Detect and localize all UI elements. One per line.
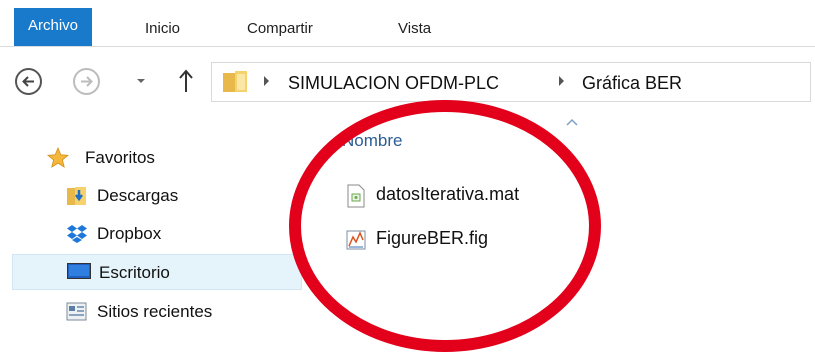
sidebar-item-favoritos[interactable]: Favoritos: [47, 140, 297, 176]
downloads-folder-icon: [67, 187, 86, 205]
sidebar-item-dropbox[interactable]: Dropbox: [66, 216, 296, 252]
tab-archivo[interactable]: Archivo: [14, 8, 93, 46]
forward-button[interactable]: [73, 68, 100, 95]
file-name: FigureBER.fig: [376, 228, 489, 248]
recent-places-icon: [66, 302, 87, 321]
column-header-nombre[interactable]: Nombre: [342, 131, 402, 151]
folder-icon: [223, 71, 247, 92]
forward-arrow-icon: [81, 76, 93, 87]
sidebar-item-label: Favoritos: [85, 148, 155, 167]
navigation-pane: Favoritos Descargas Dropbox Escritorio S…: [0, 118, 303, 358]
tab-inicio[interactable]: Inicio: [145, 0, 180, 46]
star-icon: [47, 147, 69, 168]
breadcrumb-simulacion[interactable]: SIMULACION OFDM-PLC: [288, 73, 499, 94]
up-arrow-icon[interactable]: [176, 68, 196, 94]
ribbon: Archivo Inicio Compartir Vista: [0, 0, 815, 47]
navigation-bar: SIMULACION OFDM-PLC Gráfica BER: [0, 48, 815, 118]
sidebar-item-label: Descargas: [97, 186, 179, 205]
sidebar-item-label: Sitios recientes: [97, 302, 213, 321]
mat-file-icon: [347, 184, 365, 208]
sidebar-item-descargas[interactable]: Descargas: [66, 178, 296, 214]
sidebar-item-label: Dropbox: [97, 224, 162, 243]
fig-file-icon: [346, 230, 366, 250]
breadcrumb-separator-icon: [559, 76, 564, 86]
address-bar[interactable]: SIMULACION OFDM-PLC Gráfica BER: [211, 62, 811, 102]
desktop-icon: [67, 263, 91, 279]
back-button[interactable]: [15, 68, 42, 95]
file-row-figureber[interactable]: FigureBER.fig: [346, 226, 586, 254]
sidebar-item-sitios-recientes[interactable]: Sitios recientes: [66, 294, 296, 330]
back-arrow-icon: [22, 76, 34, 87]
dropbox-icon: [67, 225, 87, 243]
file-row-datositerativa[interactable]: datosIterativa.mat: [346, 182, 586, 210]
sidebar-item-label: Escritorio: [99, 263, 170, 282]
chevron-down-icon[interactable]: [136, 76, 146, 86]
sidebar-item-escritorio[interactable]: Escritorio: [12, 254, 302, 290]
tab-vista[interactable]: Vista: [398, 0, 431, 46]
breadcrumb-separator-icon: [264, 76, 269, 86]
sort-ascending-icon: [566, 118, 578, 126]
tab-compartir[interactable]: Compartir: [247, 0, 313, 46]
breadcrumb-grafica-ber[interactable]: Gráfica BER: [582, 73, 682, 94]
file-name: datosIterativa.mat: [376, 184, 520, 204]
